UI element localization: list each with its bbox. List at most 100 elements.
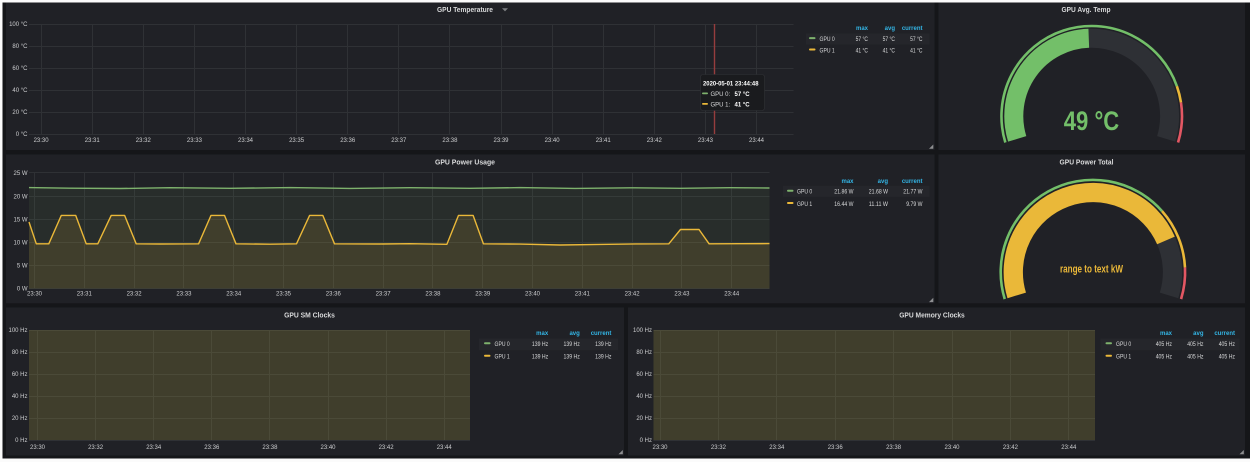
- svg-text:GPU Temperature: GPU Temperature: [437, 7, 493, 14]
- svg-text:23:36: 23:36: [204, 445, 220, 451]
- svg-text:23:44: 23:44: [1061, 445, 1077, 451]
- svg-text:GPU 1:: GPU 1:: [711, 102, 731, 108]
- svg-text:23:32: 23:32: [127, 291, 143, 297]
- svg-text:23:36: 23:36: [340, 138, 356, 144]
- svg-text:21.77 W: 21.77 W: [903, 190, 922, 196]
- svg-text:23:36: 23:36: [326, 291, 342, 297]
- svg-text:23:42: 23:42: [647, 138, 663, 144]
- svg-text:80 °C: 80 °C: [12, 44, 28, 50]
- svg-text:23:40: 23:40: [944, 445, 960, 451]
- svg-text:20 Hz: 20 Hz: [636, 416, 652, 422]
- svg-text:23:39: 23:39: [475, 291, 491, 297]
- svg-text:GPU 1: GPU 1: [1116, 355, 1132, 361]
- svg-text:range to text kW: range to text kW: [1060, 264, 1123, 276]
- svg-text:23:44: 23:44: [749, 138, 765, 144]
- svg-text:100 Hz: 100 Hz: [633, 328, 652, 334]
- svg-text:60 °C: 60 °C: [12, 66, 28, 72]
- svg-text:139 Hz: 139 Hz: [595, 342, 611, 348]
- svg-text:23:31: 23:31: [85, 138, 101, 144]
- svg-text:139 Hz: 139 Hz: [564, 355, 580, 361]
- svg-text:GPU Avg. Temp: GPU Avg. Temp: [1062, 7, 1111, 14]
- svg-text:23:35: 23:35: [276, 291, 292, 297]
- svg-text:80 Hz: 80 Hz: [12, 350, 28, 356]
- svg-text:23:42: 23:42: [379, 445, 395, 451]
- svg-text:41 °C: 41 °C: [735, 102, 751, 108]
- svg-text:405 Hz: 405 Hz: [1187, 355, 1203, 361]
- svg-text:23:34: 23:34: [146, 445, 162, 451]
- svg-text:23:44: 23:44: [437, 445, 453, 451]
- svg-text:23:41: 23:41: [596, 138, 612, 144]
- svg-text:GPU Power Total: GPU Power Total: [1060, 159, 1114, 166]
- svg-text:23:34: 23:34: [238, 138, 254, 144]
- svg-text:0 Hz: 0 Hz: [15, 438, 27, 444]
- svg-text:9.79 W: 9.79 W: [906, 202, 923, 208]
- svg-text:2020-05-01 23:44:48: 2020-05-01 23:44:48: [703, 81, 759, 87]
- svg-text:41 °C: 41 °C: [856, 48, 869, 54]
- svg-text:10 W: 10 W: [13, 241, 27, 247]
- svg-text:23:30: 23:30: [34, 138, 50, 144]
- svg-text:80 Hz: 80 Hz: [636, 350, 652, 356]
- svg-text:max: max: [841, 179, 854, 185]
- svg-text:23:37: 23:37: [376, 291, 392, 297]
- svg-text:57 °C: 57 °C: [856, 37, 869, 43]
- svg-text:20 Hz: 20 Hz: [12, 416, 28, 422]
- svg-text:60 Hz: 60 Hz: [12, 372, 28, 378]
- svg-text:GPU 0: GPU 0: [495, 342, 511, 348]
- svg-text:GPU SM Clocks: GPU SM Clocks: [284, 312, 335, 319]
- svg-text:405 Hz: 405 Hz: [1219, 342, 1235, 348]
- svg-text:GPU Memory Clocks: GPU Memory Clocks: [899, 312, 965, 319]
- svg-text:23:30: 23:30: [30, 445, 46, 451]
- svg-text:139 Hz: 139 Hz: [564, 342, 580, 348]
- svg-text:23:34: 23:34: [769, 445, 785, 451]
- svg-text:23:41: 23:41: [575, 291, 591, 297]
- svg-text:20 W: 20 W: [13, 194, 27, 200]
- svg-text:57 °C: 57 °C: [883, 37, 896, 43]
- svg-text:avg: avg: [885, 26, 896, 32]
- svg-text:11.11 W: 11.11 W: [869, 202, 888, 208]
- svg-text:23:31: 23:31: [77, 291, 93, 297]
- svg-text:23:32: 23:32: [88, 445, 104, 451]
- svg-text:40 °C: 40 °C: [12, 88, 28, 94]
- svg-text:23:40: 23:40: [320, 445, 336, 451]
- svg-text:41 °C: 41 °C: [883, 48, 896, 54]
- svg-text:avg: avg: [878, 179, 889, 185]
- svg-text:GPU 0:: GPU 0:: [711, 92, 731, 98]
- svg-text:60 Hz: 60 Hz: [636, 372, 652, 378]
- svg-text:23:34: 23:34: [226, 291, 242, 297]
- svg-text:139 Hz: 139 Hz: [595, 355, 611, 361]
- svg-text:23:30: 23:30: [27, 291, 43, 297]
- svg-text:GPU Power Usage: GPU Power Usage: [435, 159, 495, 166]
- svg-text:23:37: 23:37: [391, 138, 407, 144]
- svg-text:23:30: 23:30: [652, 445, 668, 451]
- svg-text:GPU 1: GPU 1: [820, 48, 836, 54]
- svg-text:57 °C: 57 °C: [910, 37, 923, 43]
- svg-text:max: max: [536, 331, 549, 337]
- svg-text:23:38: 23:38: [425, 291, 441, 297]
- svg-text:23:32: 23:32: [711, 445, 727, 451]
- svg-text:23:36: 23:36: [828, 445, 844, 451]
- svg-text:avg: avg: [1193, 331, 1204, 337]
- svg-text:57 °C: 57 °C: [735, 92, 751, 98]
- svg-text:0 Hz: 0 Hz: [640, 438, 652, 444]
- svg-text:405 Hz: 405 Hz: [1219, 355, 1235, 361]
- svg-text:23:38: 23:38: [886, 445, 902, 451]
- svg-text:16.44 W: 16.44 W: [834, 202, 853, 208]
- svg-text:21.86 W: 21.86 W: [834, 190, 853, 196]
- svg-text:max: max: [856, 26, 869, 32]
- svg-text:23:43: 23:43: [674, 291, 690, 297]
- svg-text:GPU 0: GPU 0: [1116, 342, 1132, 348]
- svg-text:23:40: 23:40: [545, 138, 561, 144]
- svg-text:GPU 0: GPU 0: [797, 190, 813, 196]
- svg-text:23:43: 23:43: [698, 138, 714, 144]
- svg-text:21.68 W: 21.68 W: [869, 190, 888, 196]
- svg-text:139 Hz: 139 Hz: [532, 342, 548, 348]
- svg-text:25 W: 25 W: [13, 171, 27, 177]
- svg-text:GPU 1: GPU 1: [495, 355, 511, 361]
- svg-text:23:33: 23:33: [176, 291, 192, 297]
- svg-text:23:42: 23:42: [1003, 445, 1019, 451]
- svg-text:GPU 1: GPU 1: [797, 202, 813, 208]
- svg-text:23:33: 23:33: [187, 138, 203, 144]
- svg-text:15 W: 15 W: [13, 217, 27, 223]
- svg-text:100 °C: 100 °C: [9, 22, 28, 28]
- svg-text:current: current: [1214, 331, 1235, 337]
